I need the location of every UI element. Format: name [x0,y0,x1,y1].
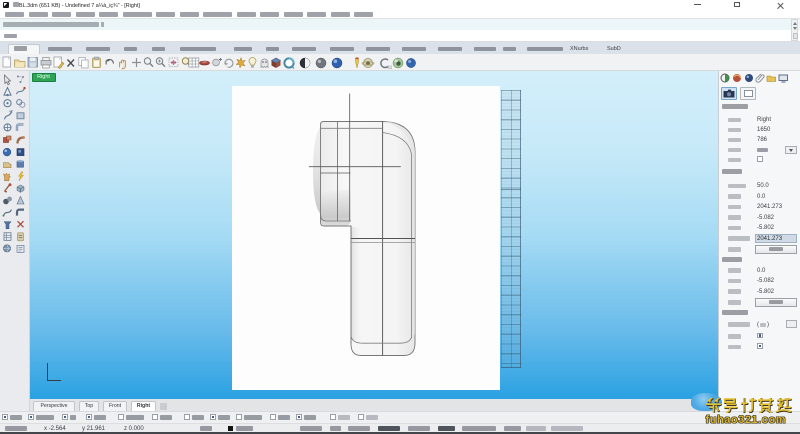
svg-text:11: 11 [388,64,393,69]
